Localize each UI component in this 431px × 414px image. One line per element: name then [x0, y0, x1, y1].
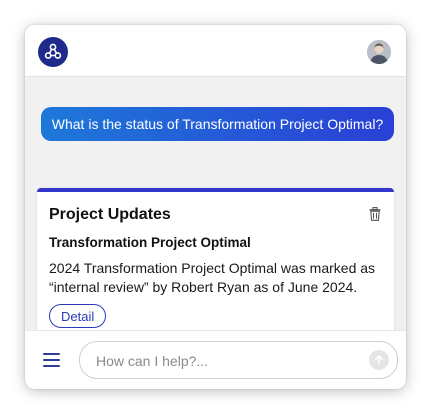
chat-input[interactable] [94, 342, 358, 380]
send-arrow [375, 355, 383, 365]
trash-icon[interactable] [369, 207, 381, 221]
user-message-bubble: What is the status of Transformation Pro… [41, 107, 394, 141]
app-logo-icon[interactable] [38, 37, 68, 67]
project-updates-card: Project Updates Transformation Project O… [37, 188, 394, 342]
chat-window: What is the status of Transformation Pro… [25, 25, 406, 389]
arrow-up-icon[interactable] [369, 350, 389, 370]
card-subtitle: Transformation Project Optimal [49, 235, 251, 250]
avatar-icon [367, 40, 391, 64]
bottom-bar [25, 330, 406, 389]
logo-mark [44, 43, 62, 59]
card-body-text: 2024 Transformation Project Optimal was … [49, 260, 376, 295]
menu-line [43, 359, 60, 361]
menu-line [43, 353, 60, 355]
user-avatar[interactable] [367, 40, 391, 64]
detail-button[interactable]: Detail [49, 304, 107, 328]
chat-area: What is the status of Transformation Pro… [25, 77, 406, 342]
card-title: Project Updates [49, 206, 171, 223]
chat-input-container [79, 341, 398, 380]
menu-line [43, 365, 60, 367]
menu-icon[interactable] [43, 353, 60, 367]
top-bar [25, 25, 406, 77]
